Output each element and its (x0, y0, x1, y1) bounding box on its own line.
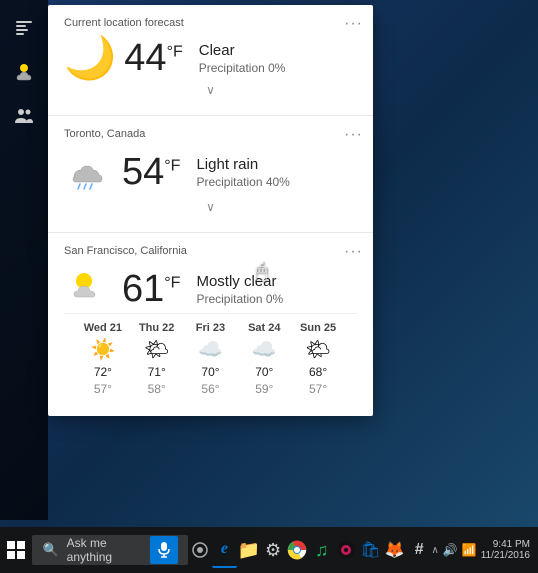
edge-taskbar-icon[interactable]: e (212, 532, 236, 568)
forecast-thu-label: Thu 22 (139, 322, 174, 334)
sf-weather-icon (64, 265, 114, 313)
start-button[interactable] (0, 527, 32, 573)
spotify-taskbar-icon[interactable]: ♫ (310, 532, 334, 568)
toronto-condition: Light rain (196, 156, 289, 173)
forecast-wed-icon: ☀️ (90, 337, 115, 362)
toronto-header: Toronto, Canada (64, 128, 357, 140)
task-view-button[interactable] (188, 532, 212, 568)
sidebar-icon-weather[interactable] (6, 54, 42, 90)
toronto-temp: 54°F (122, 153, 180, 191)
sidebar-icon-people[interactable] (6, 98, 42, 134)
clock: 9:41 PM 11/21/2016 (481, 539, 530, 561)
sf-precip: Precipitation 0% (196, 292, 283, 306)
forecast-wed-high: 72° (94, 365, 112, 379)
sf-temp: 61°F (122, 270, 180, 308)
forecast-sat-label: Sat 24 (248, 322, 280, 334)
taskbar-search-bar[interactable]: 🔍 Ask me anything (32, 535, 187, 565)
forecast-day-thu: Thu 22 🌤 71° 58° (132, 322, 182, 396)
network-icon[interactable]: 📶 (462, 543, 477, 557)
microphone-button[interactable] (150, 536, 178, 564)
current-location-card: ··· Current location forecast 🌙 44°F Cle… (48, 5, 373, 116)
sf-more-btn[interactable]: ··· (344, 243, 363, 261)
current-location-expand-btn[interactable]: ∨ (64, 79, 357, 103)
forecast-sun-label: Sun 25 (300, 322, 336, 334)
toronto-precip: Precipitation 40% (196, 175, 289, 189)
forecast-thu-icon: 🌤 (144, 337, 169, 362)
current-location-weather-icon: 🌙 (64, 37, 116, 79)
forecast-sun-low: 57° (309, 382, 327, 396)
current-location-header: Current location forecast (64, 17, 357, 29)
current-location-precip: Precipitation 0% (199, 61, 286, 75)
firefox-taskbar-icon[interactable]: 🦊 (383, 532, 407, 568)
sf-forecast-row: Wed 21 ☀️ 72° 57° Thu 22 🌤 71° 58° Fri 2… (64, 313, 357, 404)
forecast-fri-icon: ☁️ (198, 337, 223, 362)
sidebar (0, 0, 48, 520)
forecast-wed-label: Wed 21 (84, 322, 122, 334)
search-icon: 🔍 (42, 542, 58, 558)
forecast-fri-low: 56° (201, 382, 219, 396)
sf-header: San Francisco, California (64, 245, 357, 257)
tray-icons: ∧ (431, 545, 438, 556)
forecast-sat-low: 59° (255, 382, 273, 396)
toronto-weather-icon (64, 148, 114, 196)
settings-taskbar-icon[interactable]: ⚙ (261, 532, 285, 568)
sf-condition: Mostly clear (196, 273, 283, 290)
sidebar-icon-news[interactable] (6, 10, 42, 46)
forecast-thu-low: 58° (148, 382, 166, 396)
weather-panel: ··· Current location forecast 🌙 44°F Cle… (48, 5, 373, 416)
explorer-taskbar-icon[interactable]: 📁 (237, 532, 261, 568)
forecast-day-sat: Sat 24 ☁️ 70° 59° (239, 322, 289, 396)
forecast-sun-icon: 🌤 (305, 337, 330, 362)
search-placeholder-text: Ask me anything (67, 536, 142, 564)
forecast-sat-icon: ☁️ (252, 337, 277, 362)
current-location-temp: 44°F (124, 39, 182, 77)
chrome-taskbar-icon[interactable] (285, 532, 309, 568)
forecast-fri-high: 70° (201, 365, 219, 379)
sf-card: ··· San Francisco, California 61°F Mostl… (48, 233, 373, 416)
forecast-wed-low: 57° (94, 382, 112, 396)
toronto-expand-btn[interactable]: ∨ (64, 196, 357, 220)
current-location-condition: Clear (199, 42, 286, 59)
volume-icon[interactable]: 🔊 (443, 543, 458, 557)
toronto-more-btn[interactable]: ··· (344, 126, 363, 144)
system-tray: ∧ 🔊 📶 9:41 PM 11/21/2016 (431, 539, 538, 561)
forecast-thu-high: 71° (148, 365, 166, 379)
forecast-sun-high: 68° (309, 365, 327, 379)
toronto-card: ··· Toronto, Canada 54°F Light rain Prec… (48, 116, 373, 233)
taskbar: 🔍 Ask me anything e 📁 ⚙ ♫ (0, 527, 538, 573)
hashtag-taskbar-icon[interactable]: # (407, 532, 431, 568)
forecast-day-fri: Fri 23 ☁️ 70° 56° (185, 322, 235, 396)
groove-taskbar-icon[interactable] (334, 532, 358, 568)
current-location-more-btn[interactable]: ··· (344, 15, 363, 33)
forecast-day-sun: Sun 25 🌤 68° 57° (293, 322, 343, 396)
forecast-sat-high: 70° (255, 365, 273, 379)
store-taskbar-icon[interactable]: 🛍 (358, 532, 382, 568)
forecast-fri-label: Fri 23 (196, 322, 225, 334)
forecast-day-wed: Wed 21 ☀️ 72° 57° (78, 322, 128, 396)
